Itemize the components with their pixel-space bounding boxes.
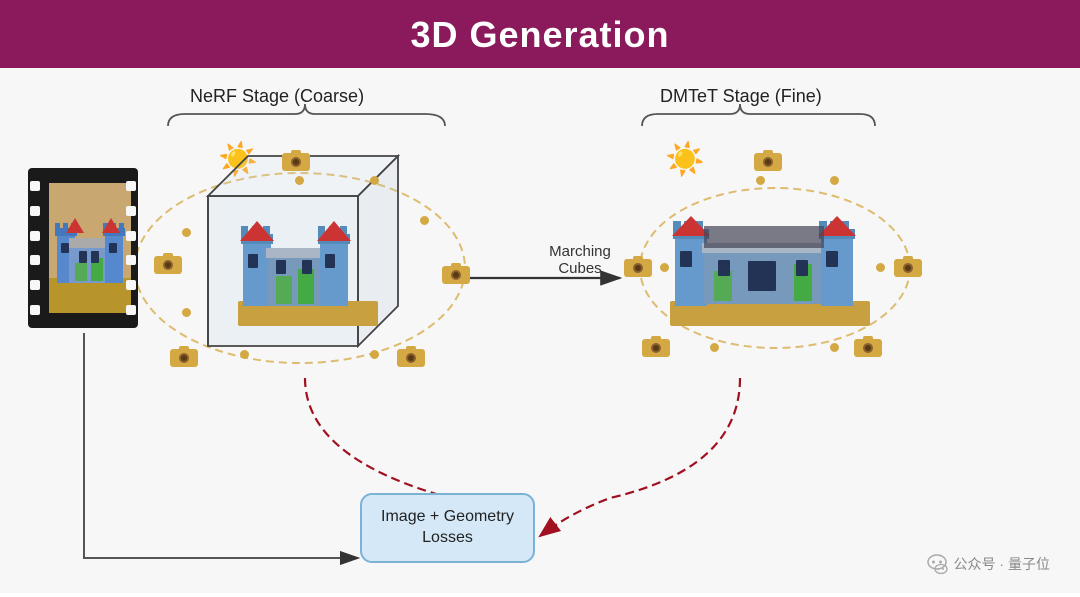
nerf-camera-top xyxy=(280,150,312,179)
orbit-dot xyxy=(660,263,669,272)
losses-box: Image + Geometry Losses xyxy=(360,493,535,563)
wechat-icon xyxy=(926,553,948,575)
main-content: NeRF Stage (Coarse) DMTeT Stage (Fine) M… xyxy=(0,68,1080,593)
watermark: 公众号 · 量子位 xyxy=(926,553,1050,575)
dmtet-camera-bottom-right xyxy=(852,336,884,365)
orbit-dot xyxy=(182,228,191,237)
nerf-camera-bottom-left xyxy=(168,346,200,375)
sprocket xyxy=(126,181,136,191)
sprockets-right xyxy=(124,168,138,328)
dmtet-camera-bottom-left xyxy=(640,336,672,365)
orbit-dot xyxy=(240,350,249,359)
orbit-dot xyxy=(370,350,379,359)
sprocket xyxy=(30,305,40,315)
sprocket xyxy=(30,231,40,241)
nerf-camera-bottom-right xyxy=(395,346,427,375)
orbit-dot xyxy=(756,176,765,185)
sprocket xyxy=(126,255,136,265)
nerf-stage-label: NeRF Stage (Coarse) xyxy=(190,86,364,107)
orbit-dot xyxy=(830,343,839,352)
dmtet-camera-right xyxy=(892,256,924,285)
dmtet-stage-label: DMTeT Stage (Fine) xyxy=(660,86,822,107)
marching-cubes-label: Marching Cubes xyxy=(530,243,630,277)
orbit-dot xyxy=(182,308,191,317)
nerf-camera-left xyxy=(152,253,184,282)
film-strip xyxy=(28,168,138,328)
orbit-dot xyxy=(830,176,839,185)
dmtet-camera-top xyxy=(752,150,784,179)
sprocket xyxy=(126,280,136,290)
page-header: 3D Generation xyxy=(0,0,1080,68)
sprockets-left xyxy=(28,168,42,328)
film-castle-image xyxy=(49,183,131,313)
sprocket xyxy=(126,305,136,315)
sprocket xyxy=(30,206,40,216)
losses-label: Image + Geometry Losses xyxy=(381,507,514,549)
sprocket xyxy=(126,206,136,216)
watermark-text: 公众号 · 量子位 xyxy=(954,554,1050,574)
nerf-camera-right xyxy=(440,263,472,292)
sprocket xyxy=(30,255,40,265)
orbit-dot xyxy=(370,176,379,185)
dmtet-camera-left xyxy=(622,256,654,285)
orbit-dot xyxy=(876,263,885,272)
page-title: 3D Generation xyxy=(0,14,1080,56)
orbit-dot xyxy=(420,216,429,225)
sprocket xyxy=(30,280,40,290)
orbit-dot xyxy=(710,343,719,352)
sprocket xyxy=(126,231,136,241)
orbit-dot xyxy=(295,176,304,185)
sprocket xyxy=(30,181,40,191)
